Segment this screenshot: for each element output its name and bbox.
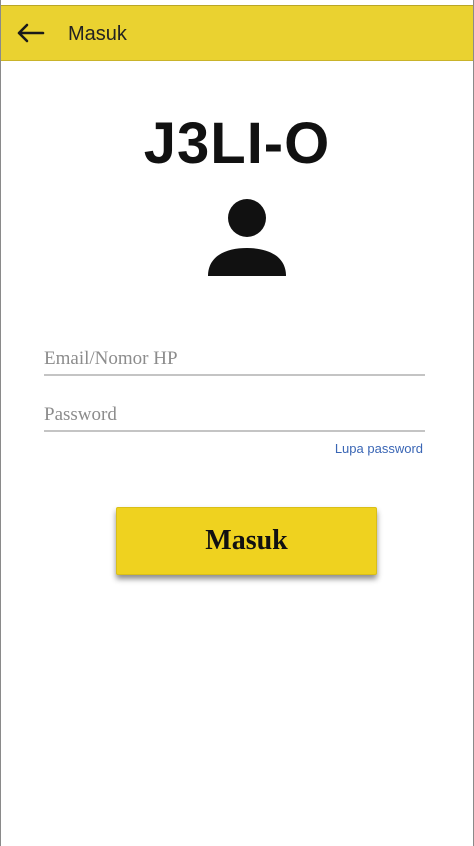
- login-button[interactable]: Masuk: [116, 507, 377, 575]
- user-icon: [208, 199, 286, 276]
- password-field[interactable]: [44, 402, 425, 432]
- app-bar-title: Masuk: [68, 23, 127, 45]
- email-field[interactable]: [44, 346, 425, 376]
- login-screen: Masuk J3LI-O Lupa password Masuk: [0, 0, 474, 846]
- app-bar: Masuk: [1, 5, 473, 61]
- forgot-password-link[interactable]: Lupa password: [335, 441, 423, 456]
- back-button[interactable]: [13, 18, 47, 48]
- app-name: J3LI-O: [143, 111, 331, 176]
- arrow-left-icon: [17, 23, 45, 43]
